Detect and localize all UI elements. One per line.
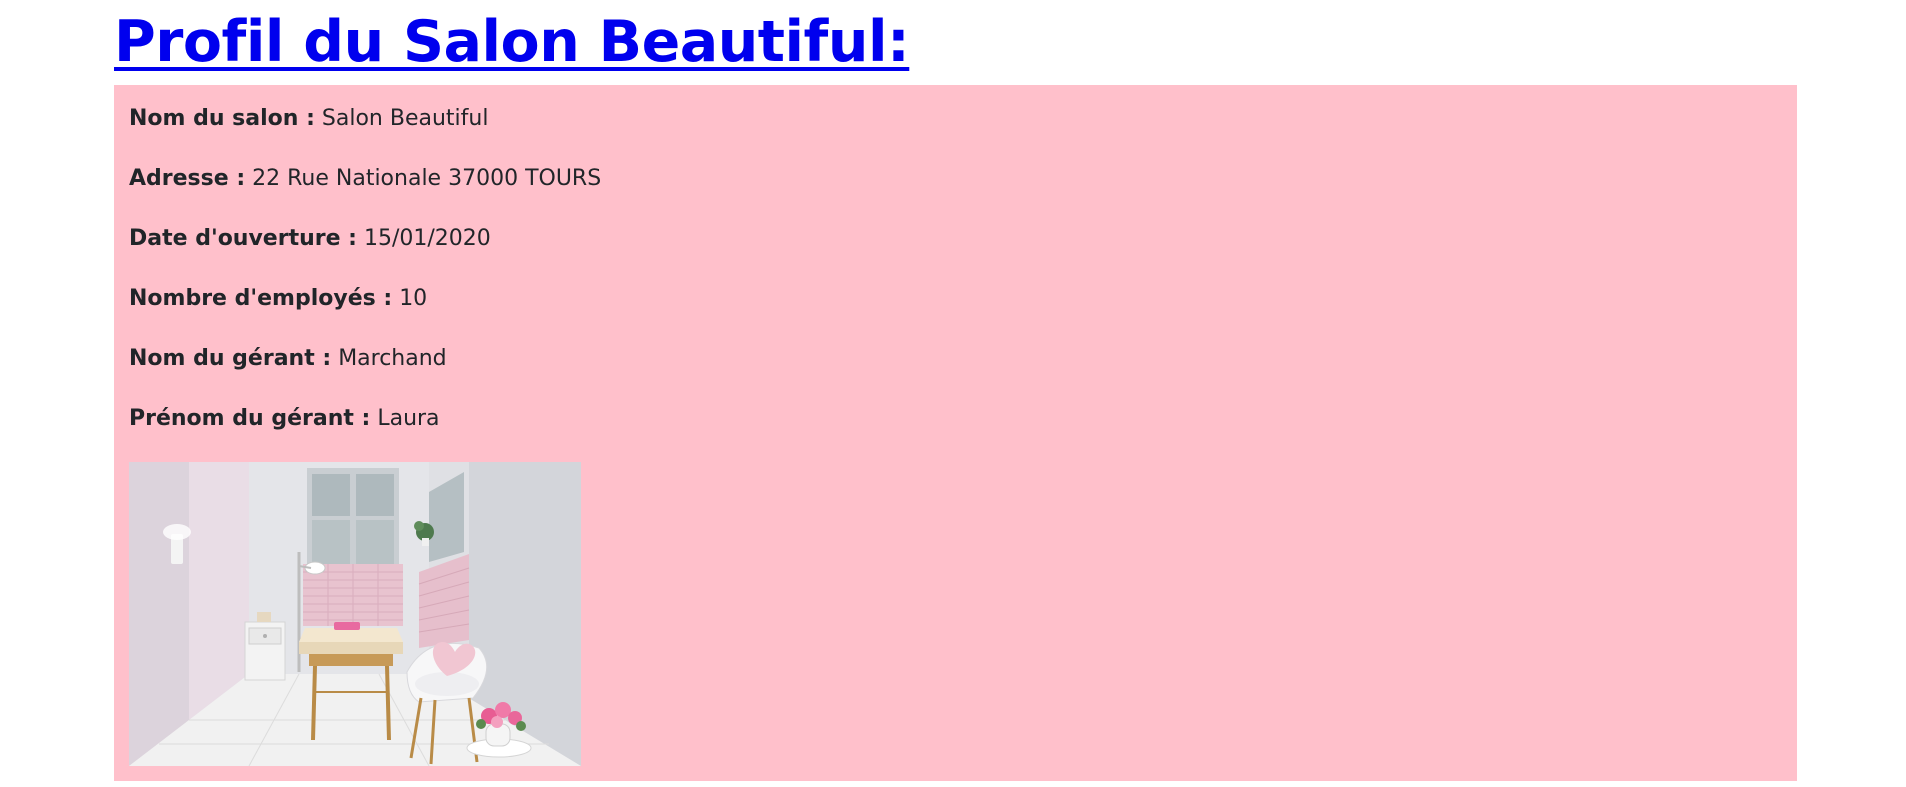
address-row: Adresse : 22 Rue Nationale 37000 TOURS [129, 164, 601, 194]
address-value: 22 Rue Nationale 37000 TOURS [252, 166, 602, 191]
salon-room-illustration [129, 462, 581, 766]
salon-name-label: Nom du salon : [129, 106, 315, 131]
employee-count-row: Nombre d'employés : 10 [129, 284, 427, 314]
opening-date-value: 15/01/2020 [363, 226, 491, 251]
salon-photo [129, 462, 581, 766]
manager-firstname-label: Prénom du gérant : [129, 406, 371, 431]
opening-date-row: Date d'ouverture : 15/01/2020 [129, 224, 491, 254]
address-label: Adresse : [129, 166, 246, 191]
salon-name-row: Nom du salon : Salon Beautiful [129, 104, 488, 134]
manager-lastname-value: Marchand [338, 346, 447, 371]
salon-name-value: Salon Beautiful [321, 106, 489, 131]
employee-count-label: Nombre d'employés : [129, 286, 393, 311]
employee-count-value: 10 [399, 286, 428, 311]
manager-lastname-label: Nom du gérant : [129, 346, 332, 371]
page-title-link[interactable]: Profil du Salon Beautiful: [114, 4, 910, 80]
salon-profile-card: Nom du salon : Salon Beautiful Adresse :… [114, 85, 1797, 781]
manager-firstname-row: Prénom du gérant : Laura [129, 404, 440, 434]
opening-date-label: Date d'ouverture : [129, 226, 357, 251]
manager-firstname-value: Laura [377, 406, 440, 431]
manager-lastname-row: Nom du gérant : Marchand [129, 344, 447, 374]
